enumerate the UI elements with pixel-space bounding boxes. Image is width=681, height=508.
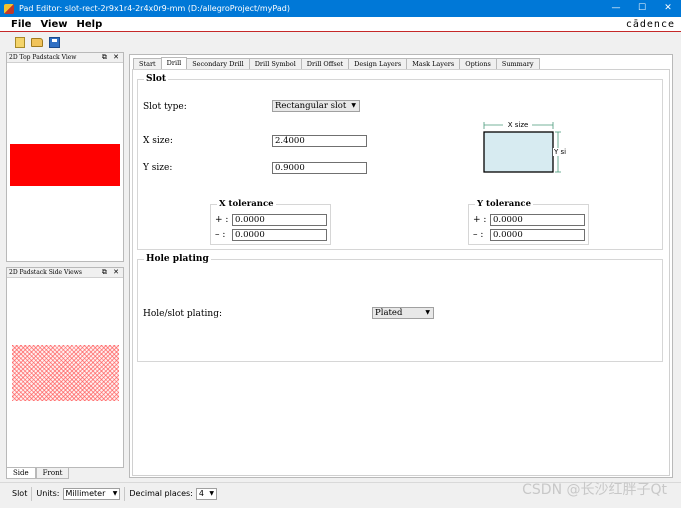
menu-bar: File View Help cādence bbox=[0, 17, 681, 32]
maximize-button[interactable]: ☐ bbox=[629, 0, 655, 17]
hole-plating-title: Hole plating bbox=[144, 254, 211, 264]
open-button[interactable] bbox=[30, 36, 44, 49]
tab-options[interactable]: Options bbox=[459, 58, 497, 69]
tab-drill-symbol[interactable]: Drill Symbol bbox=[248, 58, 302, 69]
units-value: Millimeter bbox=[65, 488, 106, 498]
decimal-places-value: 4 bbox=[198, 488, 205, 498]
menu-help[interactable]: Help bbox=[76, 19, 102, 30]
panel-float-close-icon[interactable]: ⧉ ✕ bbox=[102, 268, 121, 277]
hole-slot-plating-select[interactable]: Plated ▼ bbox=[372, 307, 434, 319]
save-icon bbox=[48, 36, 60, 48]
x-size-input[interactable]: 2.4000 bbox=[272, 135, 367, 147]
y-size-label: Y size: bbox=[143, 163, 173, 173]
y-size-input[interactable]: 0.9000 bbox=[272, 162, 367, 174]
status-mode: Slot bbox=[12, 489, 28, 498]
chevron-down-icon: ▼ bbox=[425, 309, 430, 316]
title-bar: Pad Editor: slot-rect-2r9x1r4-2r4x0r9-mm… bbox=[0, 0, 681, 17]
slot-type-label: Slot type: bbox=[143, 102, 187, 112]
top-view-panel: 2D Top Padstack View ⧉ ✕ bbox=[6, 52, 124, 262]
window-title: Pad Editor: slot-rect-2r9x1r4-2r4x0r9-mm… bbox=[19, 4, 290, 13]
x-tol-plus-label: + : bbox=[215, 215, 229, 225]
x-tolerance-title: X tolerance bbox=[217, 199, 276, 209]
x-tolerance-group: X tolerance + : 0.0000 – : 0.0000 bbox=[210, 199, 331, 245]
tab-summary[interactable]: Summary bbox=[495, 58, 540, 69]
side-view-header: 2D Padstack Side Views ⧉ ✕ bbox=[7, 268, 123, 278]
tab-drill[interactable]: Drill bbox=[160, 57, 188, 69]
y-tolerance-minus-input[interactable]: 0.0000 bbox=[490, 229, 585, 241]
tab-side[interactable]: Side bbox=[6, 468, 36, 479]
toolbar bbox=[0, 33, 681, 51]
hole-slot-plating-value: Plated bbox=[375, 308, 403, 318]
tab-drill-offset[interactable]: Drill Offset bbox=[300, 58, 350, 69]
y-tolerance-group: Y tolerance + : 0.0000 – : 0.0000 bbox=[468, 199, 589, 245]
tab-secondary-drill[interactable]: Secondary Drill bbox=[186, 58, 250, 69]
chevron-down-icon: ▼ bbox=[351, 102, 356, 109]
decimal-places-select[interactable]: 4 ▼ bbox=[195, 487, 218, 500]
tab-design-layers[interactable]: Design Layers bbox=[348, 58, 408, 69]
slot-size-diagram: X size Y size bbox=[483, 120, 566, 173]
side-view-tabs: Side Front bbox=[6, 468, 70, 479]
y-tol-minus-label: – : bbox=[473, 230, 484, 240]
x-tolerance-minus-input[interactable]: 0.0000 bbox=[232, 229, 327, 241]
open-icon bbox=[31, 37, 43, 47]
x-tol-minus-label: – : bbox=[215, 230, 226, 240]
drill-tab-content: Slot Slot type: Rectangular slot ▼ X siz… bbox=[132, 69, 670, 476]
diagram-x-size-label: X size bbox=[508, 121, 529, 129]
pad-shape-preview bbox=[10, 144, 120, 186]
status-separator bbox=[124, 486, 126, 501]
y-tol-plus-label: + : bbox=[473, 215, 487, 225]
units-label: Units: bbox=[36, 489, 60, 498]
tab-front[interactable]: Front bbox=[35, 468, 70, 479]
editor-tabs: Start Drill Secondary Drill Drill Symbol… bbox=[133, 57, 540, 69]
x-size-label: X size: bbox=[143, 136, 173, 146]
slot-group-title: Slot bbox=[144, 74, 169, 84]
editor-main: Start Drill Secondary Drill Drill Symbol… bbox=[129, 54, 673, 478]
padstack-side-preview bbox=[12, 345, 119, 401]
csdn-watermark: CSDN @长沙红胖子Qt bbox=[522, 482, 667, 498]
slot-shape bbox=[483, 131, 554, 173]
tab-start[interactable]: Start bbox=[133, 58, 162, 69]
minimize-button[interactable]: — bbox=[603, 0, 629, 17]
chevron-down-icon: ▼ bbox=[209, 489, 215, 497]
y-tolerance-title: Y tolerance bbox=[475, 199, 534, 209]
side-view-title: 2D Padstack Side Views bbox=[9, 269, 82, 276]
menu-view[interactable]: View bbox=[40, 19, 67, 30]
save-button[interactable] bbox=[47, 36, 61, 49]
window-controls: — ☐ ✕ bbox=[603, 0, 681, 17]
menu-file[interactable]: File bbox=[11, 19, 31, 30]
app-icon bbox=[4, 3, 14, 14]
slot-group: Slot Slot type: Rectangular slot ▼ X siz… bbox=[137, 74, 663, 250]
new-button[interactable] bbox=[13, 36, 27, 49]
chevron-down-icon: ▼ bbox=[112, 489, 118, 497]
decimal-places-label: Decimal places: bbox=[129, 489, 193, 498]
tab-mask-layers[interactable]: Mask Layers bbox=[406, 58, 461, 69]
y-tolerance-plus-input[interactable]: 0.0000 bbox=[490, 214, 585, 226]
slot-type-value: Rectangular slot bbox=[275, 101, 347, 111]
status-separator bbox=[31, 486, 33, 501]
top-view-header: 2D Top Padstack View ⧉ ✕ bbox=[7, 53, 123, 63]
new-icon bbox=[15, 36, 25, 48]
units-select[interactable]: Millimeter ▼ bbox=[62, 487, 121, 500]
x-tolerance-plus-input[interactable]: 0.0000 bbox=[232, 214, 327, 226]
panel-float-close-icon[interactable]: ⧉ ✕ bbox=[102, 53, 121, 62]
hole-plating-group: Hole plating Hole/slot plating: Plated ▼ bbox=[137, 254, 663, 362]
cadence-logo: cādence bbox=[625, 19, 675, 30]
slot-type-select[interactable]: Rectangular slot ▼ bbox=[272, 100, 360, 112]
diagram-y-size-label: Y size bbox=[553, 148, 566, 156]
top-view-title: 2D Top Padstack View bbox=[9, 54, 77, 61]
hole-slot-plating-label: Hole/slot plating: bbox=[143, 309, 222, 319]
close-button[interactable]: ✕ bbox=[655, 0, 681, 17]
side-view-panel: 2D Padstack Side Views ⧉ ✕ bbox=[6, 267, 124, 468]
